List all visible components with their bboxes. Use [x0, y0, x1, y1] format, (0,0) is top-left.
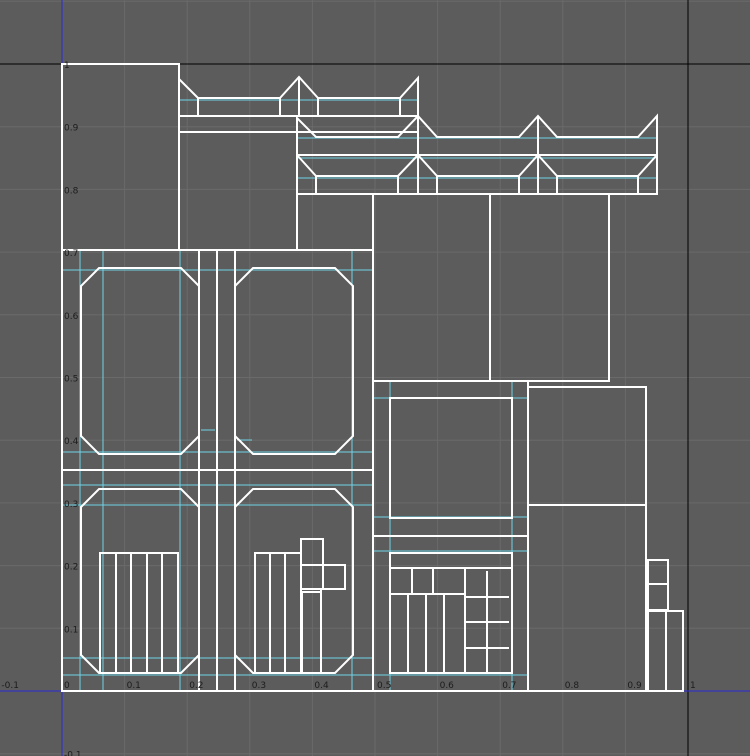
shell-small-piece — [647, 583, 669, 611]
v-tick-label: 0.6 — [64, 312, 79, 322]
v-tick-label: 0.9 — [64, 124, 79, 134]
u-tick-label: 0.3 — [252, 681, 266, 691]
u-tick-label: 0.9 — [627, 681, 642, 691]
uv-tick-labels: -0.1 0 0.1 0.2 0.3 0.4 0.5 0.6 0.7 0.8 0.9 1 1 0.9 0.8… — [1, 61, 695, 756]
v-tick-label: 0.7 — [64, 249, 78, 259]
shell-edge — [296, 193, 374, 251]
uv-editor-viewport[interactable]: -0.1 0 0.1 0.2 0.3 0.4 0.5 0.6 0.7 0.8 0.9 1 1 0.9 0.8… — [0, 0, 750, 756]
v-tick-label: 0.8 — [64, 186, 79, 196]
shell-block — [489, 193, 610, 382]
uv-inner-edges — [62, 99, 656, 690]
door-window — [389, 397, 513, 519]
shell-small-piece — [301, 591, 322, 674]
v-tick-label: -0.1 — [64, 751, 82, 756]
trim-strip-bottom — [296, 152, 658, 195]
u-tick-label: 0.8 — [565, 681, 580, 691]
uv-canvas[interactable]: -0.1 0 0.1 0.2 0.3 0.4 0.5 0.6 0.7 0.8 0.9 1 1 0.9 0.8… — [0, 0, 750, 756]
shell-block — [372, 193, 491, 382]
v-tick-label: 1 — [64, 61, 70, 71]
u-tick-label: 0.7 — [502, 681, 516, 691]
u-tick-label: -0.1 — [1, 681, 19, 691]
v-tick-label: 0.4 — [64, 437, 79, 447]
shell-block — [527, 386, 647, 692]
window-panel-upper-left — [80, 267, 200, 455]
u-tick-label: 0.4 — [314, 681, 329, 691]
u-tick-label: 0 — [64, 681, 70, 691]
u-tick-label: 0.1 — [127, 681, 141, 691]
uv-grid — [0, 0, 750, 756]
u-tick-label: 0.5 — [377, 681, 391, 691]
window-panel-lower-left — [80, 488, 200, 674]
u-tick-label: 1 — [690, 681, 696, 691]
v-tick-label: 0.2 — [64, 563, 78, 573]
u-tick-label: 0.2 — [189, 681, 203, 691]
v-tick-label: 0.1 — [64, 625, 78, 635]
shutter-right — [254, 552, 302, 674]
v-tick-label: 0.3 — [64, 500, 78, 510]
shell-small-piece — [647, 559, 669, 585]
window-panel-upper-right — [234, 267, 354, 455]
u-tick-label: 0.6 — [440, 681, 455, 691]
v-tick-label: 0.5 — [64, 375, 78, 385]
shell-top-left-block — [61, 63, 180, 251]
trim-strip-middle — [296, 113, 658, 156]
window-panel-lower-right — [234, 488, 354, 674]
shutter-left — [99, 552, 179, 674]
